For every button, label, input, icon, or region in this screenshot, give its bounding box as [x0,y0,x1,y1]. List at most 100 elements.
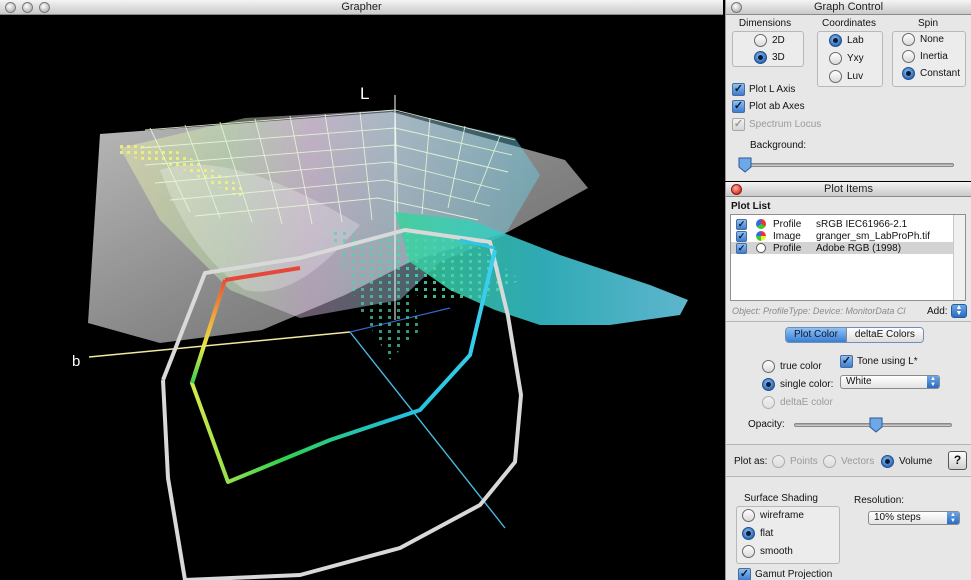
shading-flat-radio[interactable]: flat [742,527,773,540]
checkbox-label: Tone using L* [857,356,918,367]
coordinates-lab-radio[interactable]: Lab [829,34,864,47]
plot-items-close-button[interactable] [731,184,742,195]
radio-icon [762,378,775,391]
b-axis [88,331,351,358]
resolution-select[interactable]: 10% steps ▲ ▼ [868,511,960,525]
radio-label: 3D [772,52,785,63]
shading-wireframe-radio[interactable]: wireframe [742,509,804,522]
row-type: Profile [773,242,802,254]
radio-icon [742,509,755,522]
b-axis-label: b [72,353,80,370]
radio-icon [754,51,767,64]
dimensions-label: Dimensions [738,18,792,29]
plot-items-title: Plot Items [824,183,873,195]
spin-inertia-radio[interactable]: Inertia [902,50,948,63]
graph-control-close-button[interactable] [731,2,742,13]
graph-control-titlebar: Graph Control [726,0,971,15]
radio-label: Lab [847,35,864,46]
radio-icon [902,50,915,63]
checkmark-icon: ✓ [732,83,745,96]
radio-icon [829,34,842,47]
true-color-radio[interactable]: true color [762,360,822,373]
row-type: Image [773,230,801,242]
dimensions-2d-radio[interactable]: 2D [754,34,785,47]
plot-ab-axes-checkbox[interactable]: ✓ Plot ab Axes [732,100,805,113]
graph-control-title: Graph Control [813,1,884,13]
plot-as-label: Plot as: [734,456,768,467]
plot-as-volume-radio[interactable]: Volume [881,455,932,468]
l-axis-label: L [360,84,369,103]
checkmark-icon[interactable]: ✓ [736,218,747,230]
radio-icon [829,52,842,65]
radio-icon [762,396,775,409]
radio-label: single color: [780,379,834,390]
plot-l-axis-checkbox[interactable]: ✓ Plot L Axis [732,83,795,96]
radio-label: Yxy [847,53,864,64]
deltae-color-radio[interactable]: deltaE color [762,396,833,409]
checkmark-icon[interactable]: ✓ [736,230,747,242]
checkbox-label: Gamut Projection [755,569,833,580]
spin-none-radio[interactable]: None [902,33,944,46]
grapher-window: Grapher L b [0,0,723,580]
plot-list-row[interactable]: ✓ Profile Adobe RGB (1998) [731,242,953,254]
radio-label: 2D [772,35,785,46]
coordinates-label: Coordinates [822,18,876,29]
zoom-window-button[interactable] [39,2,50,13]
select-value: White [846,376,872,387]
checkmark-icon: ✓ [738,568,751,580]
radio-icon [772,455,785,468]
spin-label: Spin [917,18,938,29]
resolution-label: Resolution: [854,495,905,506]
spectrum-locus-checkbox[interactable]: ✓ Spectrum Locus [732,118,821,131]
plot-list[interactable]: ✓ Profile sRGB IEC61966-2.1 ✓ Image gran… [730,214,966,301]
spin-constant-radio[interactable]: Constant [902,67,960,80]
gamut-projection-checkbox[interactable]: ✓ Gamut Projection [738,568,832,580]
coordinates-luv-radio[interactable]: Luv [829,70,863,83]
checkbox-label: Spectrum Locus [749,119,822,130]
radio-icon [902,33,915,46]
background-label: Background: [750,140,807,151]
object-status-line: Object: ProfileType: Device: MonitorData… [732,306,906,316]
radio-icon [742,545,755,558]
radio-label: None [920,34,944,45]
add-popup-button[interactable]: ▲ ▼ [951,304,967,318]
minimize-window-button[interactable] [22,2,33,13]
dimensions-3d-radio[interactable]: 3D [754,51,785,64]
surface-shading-label: Surface Shading [744,493,818,504]
graph-control-panel: Graph Control Dimensions 2D 3D Coordinat… [725,0,971,181]
single-color-radio[interactable]: single color: [762,378,833,391]
3d-gamut-plot[interactable]: L b [0,15,723,580]
select-arrows-icon: ▲ ▼ [927,376,939,388]
radio-label: Inertia [920,51,948,62]
radio-icon [881,455,894,468]
plot-items-panel: Plot Items Plot List ✓ Profile sRGB IEC6… [725,182,971,580]
tab-deltae-colors[interactable]: deltaE Colors [845,328,923,342]
image-icon [756,231,766,241]
single-color-select[interactable]: White ▲ ▼ [840,375,940,389]
radio-label: deltaE color [780,397,833,408]
plot-list-row[interactable]: ✓ Image granger_sm_LabProPh.tif [731,230,953,242]
background-slider-track[interactable] [740,163,954,167]
tone-using-l-checkbox[interactable]: ✓ Tone using L* [840,355,918,368]
a-axis [349,331,506,529]
select-value: 10% steps [874,512,921,523]
close-window-button[interactable] [5,2,16,13]
checkmark-icon[interactable]: ✓ [736,242,747,254]
help-button[interactable]: ? [948,451,967,470]
checkmark-icon: ✓ [732,100,745,113]
plot-list-scrollbar[interactable] [953,215,965,300]
tab-plot-color[interactable]: Plot Color [786,328,846,342]
plot-as-points-radio[interactable]: Points [772,455,818,468]
shading-smooth-radio[interactable]: smooth [742,545,793,558]
plot-as-vectors-radio[interactable]: Vectors [823,455,874,468]
opacity-slider-thumb[interactable] [869,417,883,433]
row-type: Profile [773,218,802,230]
coordinates-yxy-radio[interactable]: Yxy [829,52,864,65]
radio-label: flat [760,528,774,539]
plot-list-row[interactable]: ✓ Profile sRGB IEC61966-2.1 [731,218,953,230]
background-slider-thumb[interactable] [738,157,752,173]
plot-items-titlebar: Plot Items [726,182,971,197]
grapher-title: Grapher [341,1,382,13]
row-name: sRGB IEC61966-2.1 [816,218,908,230]
radio-label: wireframe [760,510,804,521]
